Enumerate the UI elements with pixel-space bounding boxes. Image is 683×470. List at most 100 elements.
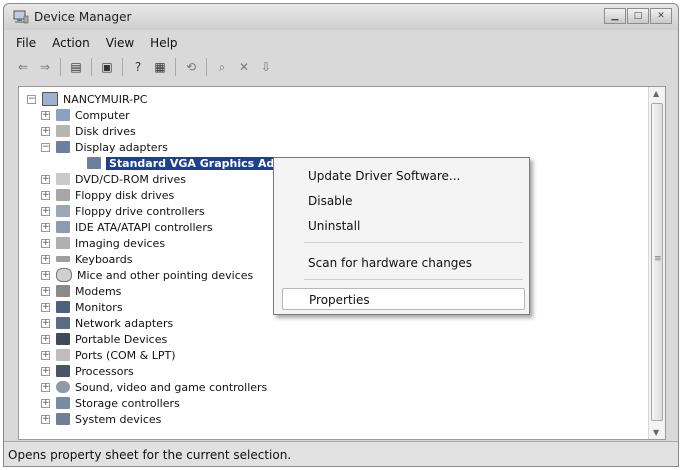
menu-view[interactable]: View	[98, 32, 142, 52]
expand-icon[interactable]: +	[41, 190, 50, 200]
tree-item-imaging[interactable]: + Imaging devices	[41, 235, 165, 251]
tree-item-sound[interactable]: + Sound, video and game controllers	[41, 379, 267, 395]
portable-device-icon	[56, 333, 70, 345]
help-icon[interactable]: ?	[129, 58, 147, 76]
tree-item-keyboards[interactable]: + Keyboards	[41, 251, 132, 267]
expand-icon[interactable]: +	[41, 174, 50, 184]
forward-arrow-icon[interactable]: ⇒	[36, 58, 54, 76]
expand-icon[interactable]: +	[41, 350, 50, 360]
scroll-grip-icon: ≡	[654, 254, 662, 264]
expand-icon[interactable]: +	[41, 254, 50, 264]
tree-item-ide[interactable]: + IDE ATA/ATAPI controllers	[41, 219, 213, 235]
tree-item-storage[interactable]: + Storage controllers	[41, 395, 180, 411]
tree-item-modems[interactable]: + Modems	[41, 283, 121, 299]
tree-item-label: Computer	[75, 108, 130, 122]
modem-icon	[56, 285, 70, 297]
system-device-icon	[56, 413, 70, 425]
show-hide-tree-icon[interactable]: ▤	[67, 58, 85, 76]
minimize-button[interactable]: ▁	[604, 8, 626, 24]
disable-icon[interactable]: ⇩	[257, 58, 275, 76]
disk-drive-icon	[56, 125, 70, 137]
title-bar[interactable]: Device Manager ▁ □ ✕	[4, 4, 678, 30]
menu-item-update-driver[interactable]: Update Driver Software...	[282, 165, 525, 187]
storage-controller-icon	[56, 397, 70, 409]
tree-item-mice[interactable]: + Mice and other pointing devices	[41, 267, 253, 283]
display-adapter-icon	[56, 141, 70, 153]
uninstall-icon[interactable]: ✕	[235, 58, 253, 76]
tree-item-monitors[interactable]: + Monitors	[41, 299, 123, 315]
menu-separator	[304, 279, 523, 280]
expand-icon[interactable]: +	[41, 382, 50, 392]
update-driver-icon[interactable]: ⟲	[182, 58, 200, 76]
expand-icon[interactable]: +	[41, 222, 50, 232]
menu-item-uninstall[interactable]: Uninstall	[282, 215, 525, 237]
tree-item-label: Storage controllers	[75, 396, 180, 410]
tree-item-system[interactable]: + System devices	[41, 411, 161, 427]
context-menu: Update Driver Software... Disable Uninst…	[273, 157, 530, 315]
menu-bar: File Action View Help	[8, 32, 186, 52]
tree-item-network[interactable]: + Network adapters	[41, 315, 173, 331]
scroll-thumb[interactable]: ≡	[651, 103, 663, 421]
floppy-drive-icon	[56, 189, 70, 201]
device-manager-app-icon	[13, 10, 29, 24]
vertical-scrollbar[interactable]: ▲ ≡ ▼	[648, 87, 665, 439]
scroll-up-icon[interactable]: ▲	[653, 89, 659, 98]
tree-item-label: Imaging devices	[75, 236, 166, 250]
computer-root-icon	[42, 92, 58, 106]
status-bar: Opens property sheet for the current sel…	[4, 441, 678, 466]
properties-icon[interactable]: ▣	[98, 58, 116, 76]
menu-item-disable[interactable]: Disable	[282, 190, 525, 212]
menu-item-scan-hardware[interactable]: Scan for hardware changes	[282, 252, 525, 274]
expand-icon[interactable]: +	[41, 366, 50, 376]
expand-icon[interactable]: +	[41, 302, 50, 312]
expand-icon[interactable]: +	[41, 126, 50, 136]
collapse-icon[interactable]: −	[27, 94, 36, 104]
toolbar: ⇐ ⇒ ▤ ▣ ? ▦ ⟲ ⌕ ✕ ⇩	[8, 54, 674, 80]
tree-item-dvd[interactable]: + DVD/CD-ROM drives	[41, 171, 186, 187]
expand-icon[interactable]: +	[41, 414, 50, 424]
collapse-icon[interactable]: −	[41, 142, 50, 152]
menu-file[interactable]: File	[8, 32, 44, 52]
display-adapter-icon	[87, 157, 101, 169]
tree-item-disk-drives[interactable]: + Disk drives	[41, 123, 136, 139]
expand-icon[interactable]: +	[41, 398, 50, 408]
expand-icon[interactable]: +	[41, 110, 50, 120]
tree-item-label: Ports (COM & LPT)	[75, 348, 176, 362]
tree-item-label: Mice and other pointing devices	[77, 268, 254, 282]
maximize-button[interactable]: □	[627, 8, 649, 24]
tree-item-computer[interactable]: + Computer	[41, 107, 130, 123]
tree-item-floppy-disk[interactable]: + Floppy disk drives	[41, 187, 174, 203]
expand-icon[interactable]: +	[41, 334, 50, 344]
tree-item-display-adapters[interactable]: − Display adapters	[41, 139, 168, 155]
back-arrow-icon[interactable]: ⇐	[14, 58, 32, 76]
expand-icon[interactable]: +	[41, 206, 50, 216]
tree-item-processors[interactable]: + Processors	[41, 363, 134, 379]
tree-item-label: DVD/CD-ROM drives	[75, 172, 186, 186]
dvd-drive-icon	[56, 173, 70, 185]
expand-icon[interactable]: +	[41, 286, 50, 296]
menu-action[interactable]: Action	[44, 32, 98, 52]
processor-icon	[56, 365, 70, 377]
tree-item-label: Display adapters	[75, 140, 168, 154]
tree-item-label: System devices	[75, 412, 162, 426]
expand-icon[interactable]: +	[41, 318, 50, 328]
tree-item-label: Portable Devices	[75, 332, 168, 346]
tree-item-label: Processors	[75, 364, 134, 378]
tree-item-portable[interactable]: + Portable Devices	[41, 331, 167, 347]
tree-item-floppy-controllers[interactable]: + Floppy drive controllers	[41, 203, 205, 219]
tree-item-ports[interactable]: + Ports (COM & LPT)	[41, 347, 176, 363]
imaging-device-icon	[56, 237, 70, 249]
network-adapter-icon	[56, 317, 70, 329]
scan-hardware-icon[interactable]: ⌕	[213, 58, 231, 76]
expand-icon[interactable]: +	[41, 238, 50, 248]
menu-separator	[304, 242, 523, 243]
tree-root[interactable]: − NANCYMUIR-PC	[27, 91, 147, 107]
sound-icon	[56, 381, 70, 393]
expand-icon[interactable]: +	[41, 270, 50, 280]
view-icon[interactable]: ▦	[151, 58, 169, 76]
close-button[interactable]: ✕	[650, 8, 672, 24]
scroll-down-icon[interactable]: ▼	[653, 428, 659, 437]
menu-help[interactable]: Help	[142, 32, 185, 52]
menu-item-properties[interactable]: Properties	[282, 288, 525, 310]
toolbar-divider	[60, 58, 61, 76]
